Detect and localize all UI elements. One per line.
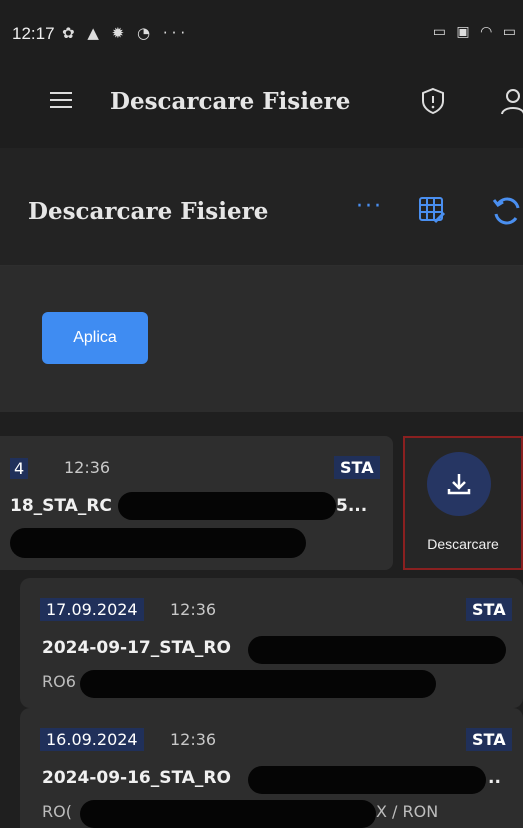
shield-alert-icon[interactable]	[418, 86, 448, 116]
item-filename-end: 5...	[336, 496, 368, 516]
download-icon	[447, 474, 471, 495]
download-label: Descarcare	[427, 536, 499, 552]
download-button[interactable]	[427, 452, 491, 516]
list-item[interactable]: 17.09.2024 12:36 STA 2024-09-17_STA_RO R…	[20, 578, 523, 708]
grid-edit-icon[interactable]	[418, 196, 446, 224]
notification-icons: ✿ ▲ ✹ ◔ ···	[62, 24, 190, 42]
item-type-badge: STA	[334, 456, 380, 479]
download-action[interactable]: Descarcare	[403, 436, 523, 570]
item-filename: 2024-09-17_STA_RO	[42, 638, 231, 658]
redaction-bar	[80, 800, 376, 828]
item-type-badge: STA	[466, 728, 512, 751]
status-time: 12:17	[12, 24, 55, 43]
item-time: 12:36	[64, 458, 111, 477]
item-filename: 2024-09-16_STA_RO	[42, 768, 231, 788]
redaction-bar	[248, 636, 506, 664]
system-status-icons: ▭ ▣ ◠ ▭	[432, 24, 519, 40]
redaction-bar	[80, 670, 436, 698]
filter-panel: Aplica	[0, 266, 523, 412]
item-filename-end: ..	[488, 768, 501, 788]
more-dots-icon[interactable]: ···	[356, 194, 383, 219]
page-header: Descarcare Fisiere ···	[0, 148, 523, 266]
redaction-bar	[118, 492, 336, 520]
item-time: 12:36	[170, 600, 217, 619]
item-filename: 18_STA_RC	[10, 496, 112, 516]
item-date: 4	[10, 458, 29, 479]
apply-button[interactable]: Aplica	[42, 312, 148, 364]
item-subtitle: RO(	[42, 802, 72, 821]
item-type-badge: STA	[466, 598, 512, 621]
item-date: 16.09.2024	[40, 728, 144, 751]
list-item-card[interactable]: 4 12:36 STA 18_STA_RC 5...	[0, 436, 393, 570]
item-date: 17.09.2024	[40, 598, 144, 621]
user-icon[interactable]	[498, 86, 523, 116]
redaction-bar	[248, 766, 486, 794]
menu-icon[interactable]	[50, 92, 72, 110]
item-subtitle-end: X / RON	[376, 802, 439, 821]
page-title: Descarcare Fisiere	[28, 198, 269, 225]
item-time: 12:36	[170, 730, 217, 749]
list-item[interactable]: 16.09.2024 12:36 STA 2024-09-16_STA_RO .…	[20, 708, 523, 828]
file-list: 4 12:36 STA 18_STA_RC 5... Descarcare 17…	[0, 412, 523, 828]
item-subtitle: RO6	[42, 672, 76, 691]
app-title: Descarcare Fisiere	[110, 88, 351, 115]
status-bar: 12:17 ✿ ▲ ✹ ◔ ··· ▭ ▣ ◠ ▭	[0, 0, 523, 62]
list-item-swiped[interactable]: 4 12:36 STA 18_STA_RC 5... Descarcare	[0, 436, 523, 570]
refresh-icon[interactable]	[490, 194, 523, 228]
app-bar: Descarcare Fisiere	[0, 62, 523, 148]
redaction-bar	[10, 528, 306, 558]
